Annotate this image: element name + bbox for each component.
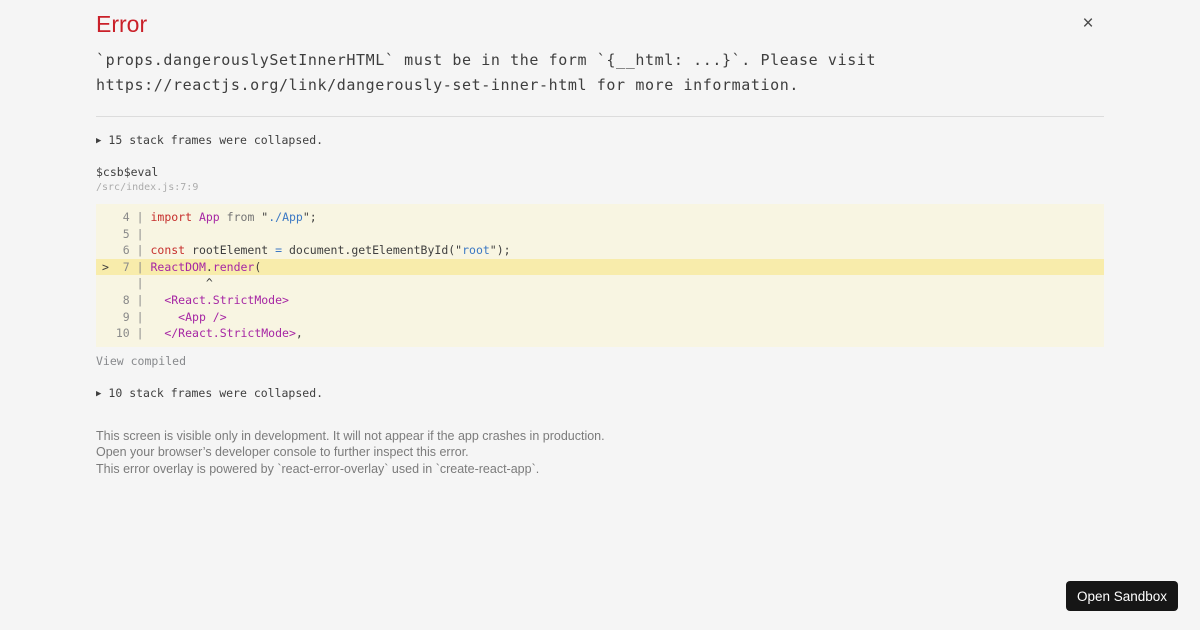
footer-note-powered-by: This error overlay is powered by `react-…: [96, 461, 540, 476]
code-line: 4 | import App from "./App";: [102, 210, 317, 224]
stack-collapsed-bottom-label: 10 stack frames were collapsed.: [108, 386, 324, 400]
error-message: `props.dangerouslySetInnerHTML` must be …: [96, 51, 886, 94]
stack-frame-location: /src/index.js:7:9: [96, 182, 199, 193]
error-overlay: Error × `props.dangerouslySetInnerHTML` …: [0, 0, 1200, 630]
code-frame: 4 | import App from "./App"; 5 | 6 | con…: [96, 204, 1104, 347]
collapsed-arrow-icon: ▶: [96, 136, 102, 146]
stack-collapsed-bottom[interactable]: ▶ 10 stack frames were collapsed.: [96, 386, 323, 400]
open-sandbox-button[interactable]: Open Sandbox: [1066, 581, 1178, 611]
collapsed-arrow-icon: ▶: [96, 389, 102, 399]
stack-frame-function: $csb$eval: [96, 165, 159, 179]
footer-notes: This screen is visible only in developme…: [96, 428, 605, 477]
code-line: 8 | <React.StrictMode>: [102, 292, 289, 307]
code-line: 5 |: [102, 226, 151, 241]
code-line: 6 | const rootElement = document.getElem…: [102, 243, 511, 258]
view-compiled-link[interactable]: View compiled: [96, 354, 186, 368]
divider: [96, 116, 1104, 117]
footer-note-development: This screen is visible only in developme…: [96, 429, 605, 443]
code-line: 10 | </React.StrictMode>,: [102, 326, 303, 341]
close-icon[interactable]: ×: [1076, 12, 1100, 36]
footer-note-console: Open your browser’s developer console to…: [96, 445, 469, 460]
error-title: Error: [96, 11, 148, 37]
stack-collapsed-top[interactable]: ▶ 15 stack frames were collapsed.: [96, 133, 323, 147]
code-line: | ^: [102, 276, 213, 291]
stack-collapsed-top-label: 15 stack frames were collapsed.: [108, 133, 324, 147]
code-line: > 7 | ReactDOM.render(: [96, 258, 1104, 276]
code-line: 9 | <App />: [102, 309, 227, 324]
